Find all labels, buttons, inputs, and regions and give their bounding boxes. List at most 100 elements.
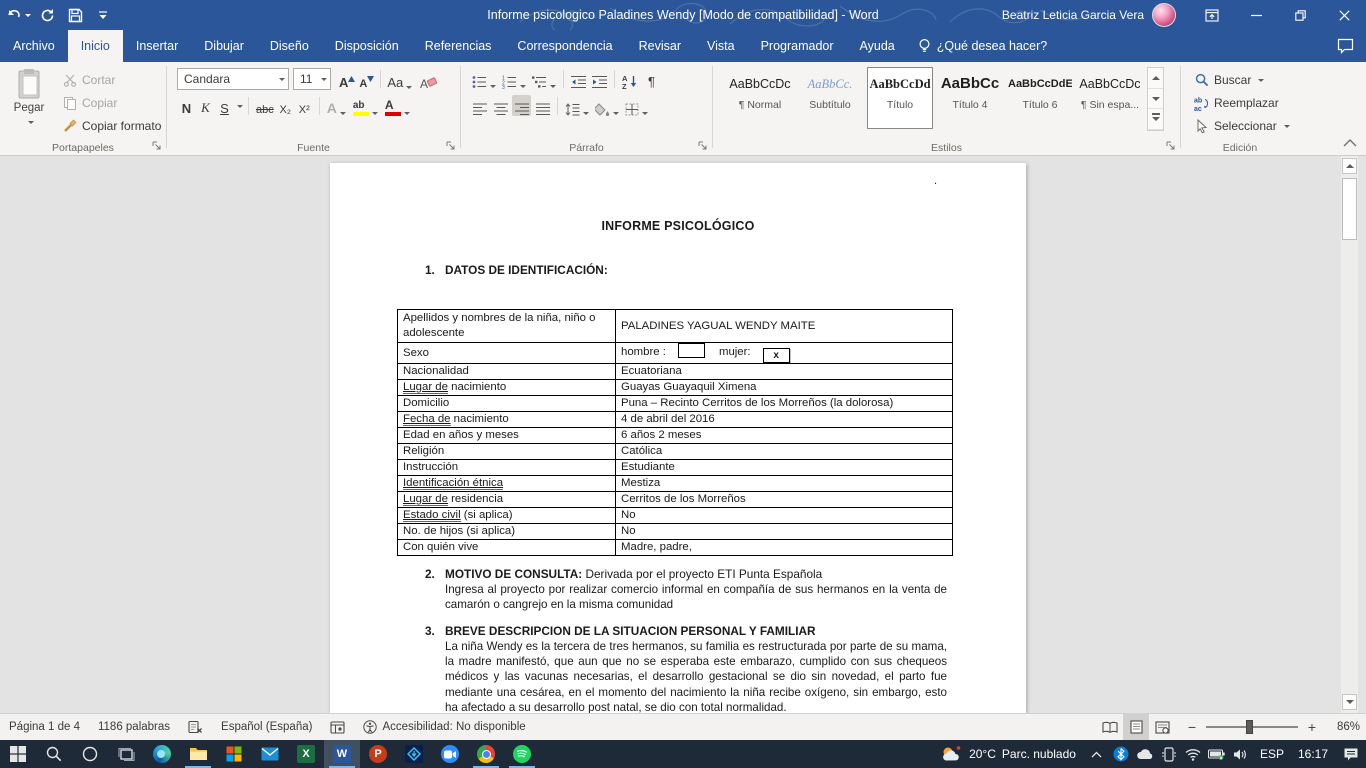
save-button[interactable] [63, 2, 87, 28]
diamond-arrow-app-button[interactable] [396, 740, 432, 768]
font-color-button[interactable]: A [383, 95, 412, 116]
cast-device-icon[interactable] [1158, 740, 1180, 768]
style-normal[interactable]: AaBbCcDc ¶ Normal [727, 67, 793, 129]
show-marks-button[interactable]: ¶ [642, 68, 661, 89]
battery-icon[interactable] [1206, 740, 1228, 768]
styles-scroll-down-button[interactable] [1148, 89, 1163, 110]
grow-font-button[interactable]: A [337, 69, 357, 90]
account-name[interactable]: Beatriz Leticia Garcia Vera [1002, 8, 1144, 22]
font-dialog-launcher[interactable] [445, 140, 457, 152]
redo-button[interactable] [35, 2, 59, 28]
tab-insertar[interactable]: Insertar [123, 30, 191, 62]
collapse-ribbon-button[interactable] [1342, 137, 1358, 151]
word-count[interactable]: 1186 palabras [89, 714, 179, 740]
language-indicator[interactable]: Español (España) [212, 714, 321, 740]
mail-button[interactable] [252, 740, 288, 768]
shading-button[interactable] [593, 95, 621, 116]
justify-button[interactable] [533, 95, 552, 116]
close-button[interactable] [1322, 0, 1366, 30]
edge-button[interactable] [144, 740, 180, 768]
tab-vista[interactable]: Vista [694, 30, 748, 62]
accessibility-status[interactable]: Accesibilidad: No disponible [354, 714, 534, 740]
web-layout-button[interactable] [1149, 714, 1175, 740]
action-center-button[interactable] [1336, 740, 1366, 768]
wifi-icon[interactable] [1182, 740, 1204, 768]
volume-icon[interactable] [1230, 740, 1252, 768]
line-spacing-button[interactable] [563, 95, 591, 116]
checkbox-mujer[interactable]: x [763, 348, 790, 363]
task-view-button[interactable] [108, 740, 144, 768]
vertical-scrollbar[interactable] [1341, 156, 1358, 713]
tab-diseno[interactable]: Diseño [257, 30, 322, 62]
style-titulo-4[interactable]: AaBbCc Título 4 [937, 67, 1003, 129]
font-name-combo[interactable]: Candara [177, 68, 289, 90]
align-center-button[interactable] [491, 95, 510, 116]
checkbox-hombre[interactable] [678, 343, 705, 358]
cut-button[interactable]: Cortar [57, 69, 119, 91]
onedrive-icon[interactable] [1134, 740, 1156, 768]
weather-widget[interactable]: 20°C Parc. nublado [933, 740, 1084, 768]
bluetooth-icon[interactable] [1110, 740, 1132, 768]
restore-button[interactable] [1278, 0, 1322, 30]
zoom-app-button[interactable] [432, 740, 468, 768]
keyboard-language[interactable]: ESP [1254, 740, 1290, 768]
file-explorer-button[interactable] [180, 740, 216, 768]
tab-disposicion[interactable]: Disposición [322, 30, 412, 62]
cortana-button[interactable] [72, 740, 108, 768]
align-left-button[interactable] [470, 95, 489, 116]
increase-indent-button[interactable] [590, 68, 609, 89]
zoom-slider[interactable] [1206, 726, 1298, 728]
format-painter-button[interactable]: Copiar formato [57, 115, 165, 137]
highlight-color-button[interactable]: ab [351, 95, 380, 116]
style-sin-espaciado[interactable]: AaBbCcDc ¶ Sin espa... [1077, 67, 1143, 129]
subscript-button[interactable]: X₂ [276, 95, 295, 116]
proofing-errors-icon[interactable] [179, 714, 212, 740]
styles-dialog-launcher[interactable] [1165, 140, 1177, 152]
clipboard-dialog-launcher[interactable] [151, 140, 163, 152]
change-case-button[interactable]: Aa [385, 69, 414, 90]
ribbon-display-options-button[interactable] [1190, 0, 1234, 30]
undo-button[interactable] [6, 2, 31, 28]
scrollbar-thumb[interactable] [1342, 178, 1357, 240]
qat-customize-button[interactable] [91, 2, 115, 28]
select-button[interactable]: Seleccionar [1189, 115, 1294, 137]
tab-ayuda[interactable]: Ayuda [847, 30, 908, 62]
align-right-button[interactable] [512, 95, 531, 116]
style-subtitulo[interactable]: AaBbCc. Subtítulo [797, 67, 863, 129]
paste-button[interactable]: Pegar [7, 66, 51, 134]
sort-button[interactable]: AZ [620, 68, 640, 89]
scroll-up-button[interactable] [1342, 158, 1357, 174]
feedback-icon[interactable] [1337, 30, 1354, 62]
document-page[interactable]: . INFORME PSICOLÓGICO 1. DATOS DE IDENTI… [330, 163, 1026, 713]
zoom-slider-thumb[interactable] [1246, 720, 1253, 734]
copy-button[interactable]: Copiar [57, 92, 121, 114]
decrease-indent-button[interactable] [569, 68, 588, 89]
italic-button[interactable]: K [196, 95, 215, 116]
tab-referencias[interactable]: Referencias [412, 30, 505, 62]
start-button[interactable] [0, 740, 36, 768]
borders-button[interactable] [623, 95, 650, 116]
avatar[interactable] [1152, 3, 1176, 27]
strikethrough-button[interactable]: abc [254, 95, 276, 116]
underline-button[interactable]: S [215, 95, 234, 116]
styles-scroll-up-button[interactable] [1148, 68, 1163, 89]
powerpoint-button[interactable]: P [360, 740, 396, 768]
shrink-font-button[interactable]: A [357, 69, 376, 90]
tray-expand-chevron[interactable] [1086, 740, 1108, 768]
bullets-button[interactable] [470, 68, 498, 89]
excel-button[interactable]: X [288, 740, 324, 768]
tab-inicio[interactable]: Inicio [68, 30, 123, 62]
minimize-button[interactable] [1234, 0, 1278, 30]
styles-more-button[interactable] [1148, 109, 1163, 130]
multilevel-list-button[interactable] [530, 68, 558, 89]
bold-button[interactable]: N [177, 95, 196, 116]
tell-me-box[interactable]: ¿Qué desea hacer? [908, 30, 1058, 62]
scroll-down-button[interactable] [1342, 694, 1357, 710]
paragraph-dialog-launcher[interactable] [697, 140, 709, 152]
clock[interactable]: 16:17 [1292, 740, 1334, 768]
tab-programador[interactable]: Programador [748, 30, 847, 62]
numbering-button[interactable]: 123 [500, 68, 528, 89]
tab-dibujar[interactable]: Dibujar [191, 30, 257, 62]
chrome-button[interactable] [468, 740, 504, 768]
tab-revisar[interactable]: Revisar [626, 30, 694, 62]
